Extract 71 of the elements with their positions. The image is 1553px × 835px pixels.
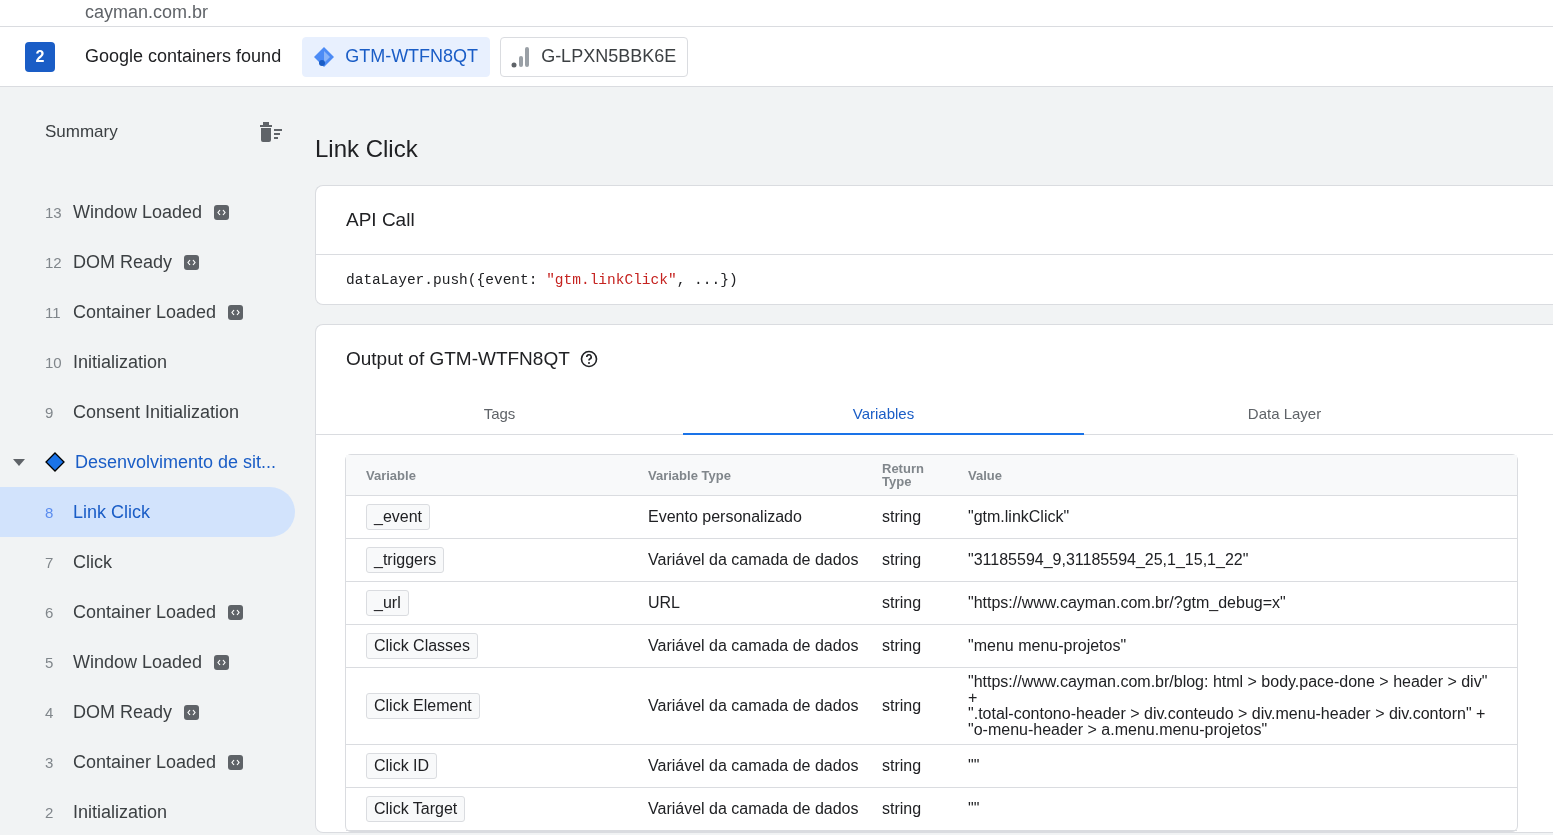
table-cell: string — [862, 539, 948, 582]
table-cell: Variável da camada de dados — [628, 745, 862, 788]
event-item[interactable]: 4 DOM Ready — [0, 687, 295, 737]
event-item[interactable]: 2 Initialization — [0, 787, 295, 835]
output-tab[interactable]: Data Layer — [1084, 393, 1485, 435]
event-item[interactable]: 9 Consent Initialization — [0, 387, 295, 437]
column-header: Value — [948, 455, 1517, 496]
variable-name: _event — [366, 504, 431, 530]
diamond-icon — [45, 452, 65, 472]
event-item[interactable]: 5 Window Loaded — [0, 637, 295, 687]
help-icon[interactable] — [579, 350, 598, 368]
table-cell: string — [862, 496, 948, 539]
event-item[interactable]: 13 Window Loaded — [0, 187, 295, 237]
event-item[interactable]: 8 Link Click — [0, 487, 295, 537]
event-item[interactable]: 12 DOM Ready — [0, 237, 295, 287]
bar-chart-icon — [511, 45, 532, 68]
event-item[interactable]: 3 Container Loaded — [0, 737, 295, 787]
code-icon — [228, 604, 244, 620]
variable-name: Click Element — [366, 693, 480, 719]
table-cell: string — [862, 625, 948, 668]
table-cell: "https://www.cayman.com.br/blog: html > body.pace-done > header > div" + ".total-contono-header > div.conteudo > div.menu-header > div.contorn" + "o-menu-header > a.menu.menu-projetos" — [948, 668, 1517, 745]
table-cell: "" — [948, 788, 1517, 831]
table-cell: "gtm.linkClick" — [948, 496, 1517, 539]
clear-list-icon[interactable] — [257, 121, 283, 143]
table-cell: Variável da camada de dados — [628, 625, 862, 668]
container-chip[interactable]: GTM-WTFN8QT — [302, 36, 491, 77]
table-cell: string — [862, 582, 948, 625]
event-item[interactable]: 6 Container Loaded — [0, 587, 295, 637]
variable-name: Click Target — [366, 796, 466, 822]
variable-name: _triggers — [366, 547, 445, 573]
table-cell: string — [862, 788, 948, 831]
column-header: Variable — [346, 455, 628, 496]
table-cell: "31185594_9,31185594_25,1_15,1_22" — [948, 539, 1517, 582]
containers-label: Google containers found — [85, 46, 282, 67]
code-icon — [214, 654, 230, 670]
table-cell: Variável da camada de dados — [628, 788, 862, 831]
caret-icon — [13, 458, 25, 466]
container-chip[interactable]: G-LPXN5BBK6E — [500, 36, 689, 77]
event-item[interactable]: 7 Click — [0, 537, 295, 587]
variable-name: Click ID — [366, 753, 438, 779]
page-group-item[interactable]: Desenvolvimento de sit... — [0, 437, 315, 487]
table-cell: URL — [628, 582, 862, 625]
code-icon — [184, 704, 200, 720]
container-count: 2 — [25, 41, 55, 72]
table-cell: "menu menu-projetos" — [948, 625, 1517, 668]
output-tab[interactable]: Variables — [683, 393, 1084, 435]
table-cell: Variável da camada de dados — [628, 539, 862, 582]
table-cell: "" — [948, 745, 1517, 788]
variable-name: Click Classes — [366, 633, 478, 659]
table-cell: "https://www.cayman.com.br/?gtm_debug=x" — [948, 582, 1517, 625]
table-cell: Evento personalizado — [628, 496, 862, 539]
diamond-tag-icon — [313, 45, 336, 68]
variable-name: _url — [366, 590, 409, 616]
event-item[interactable]: 11 Container Loaded — [0, 287, 295, 337]
table-cell: string — [862, 668, 948, 745]
card-heading: Output of GTM-WTFN8QT — [346, 348, 570, 370]
column-header: Variable Type — [628, 455, 862, 496]
code-line: dataLayer.push({event: "gtm.linkClick", ...}) — [316, 254, 1553, 304]
table-cell: string — [862, 745, 948, 788]
summary-title[interactable]: Summary — [45, 122, 118, 142]
table-cell: Variável da camada de dados — [628, 668, 862, 745]
event-title: Link Click — [315, 135, 419, 163]
code-icon — [228, 754, 244, 770]
card-heading: API Call — [346, 209, 415, 231]
output-tab[interactable]: Tags — [316, 393, 683, 435]
column-header: Return Type — [862, 455, 948, 496]
code-icon — [184, 254, 200, 270]
event-item[interactable]: 10 Initialization — [0, 337, 295, 387]
code-icon — [214, 204, 230, 220]
site-domain: cayman.com.br — [85, 2, 210, 22]
code-icon — [228, 304, 244, 320]
